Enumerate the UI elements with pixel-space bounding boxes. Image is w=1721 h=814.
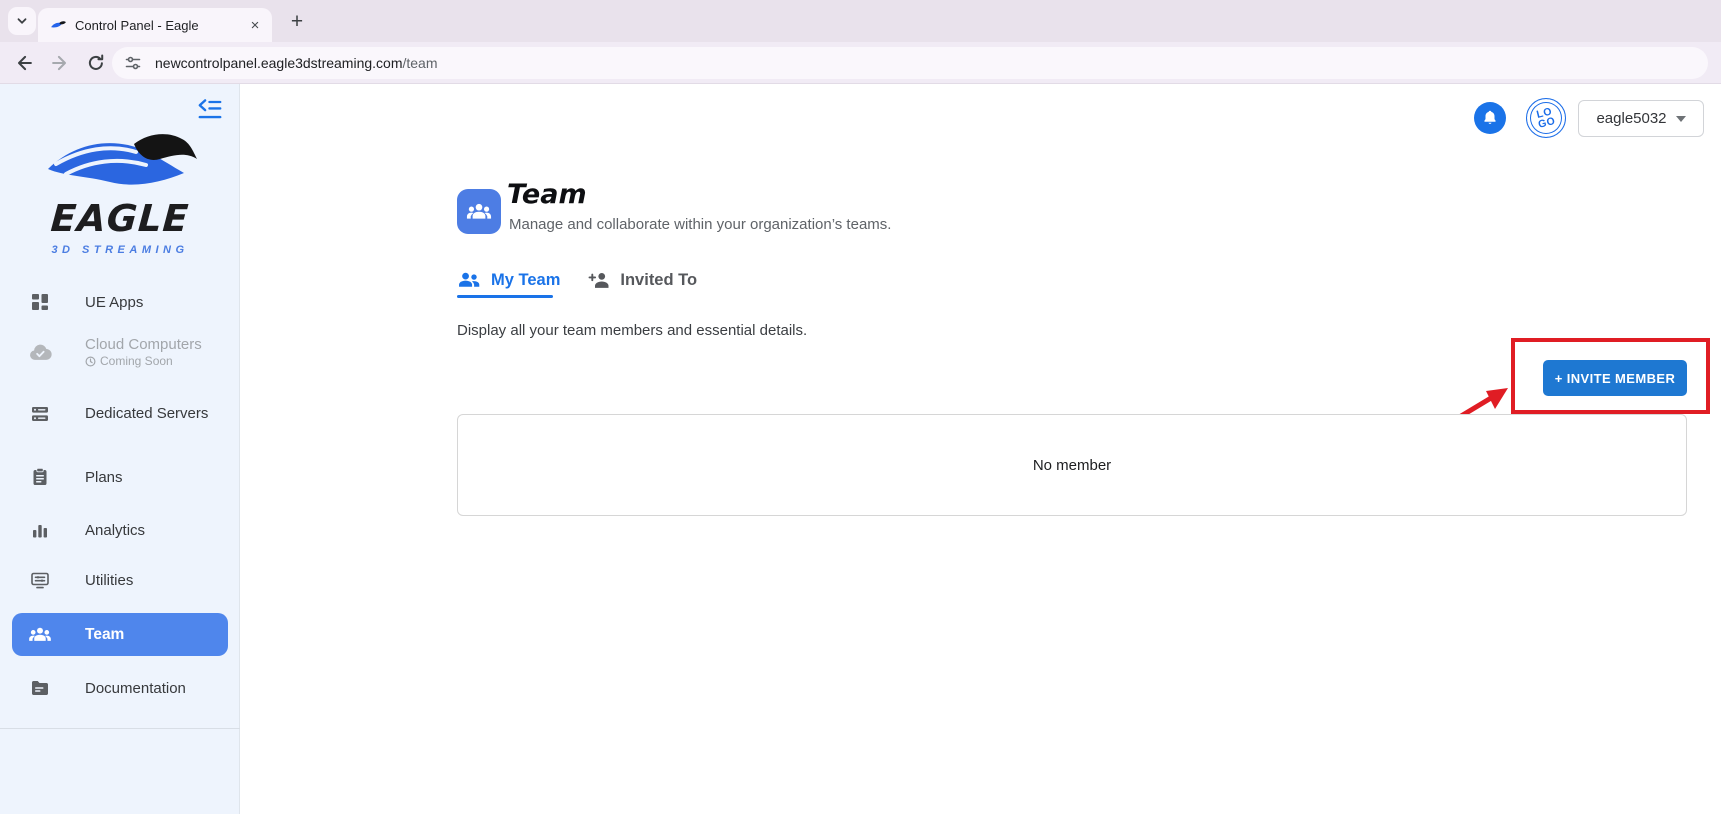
sidebar-item-utilities[interactable]: Utilities — [0, 558, 240, 602]
empty-state-text: No member — [1033, 457, 1111, 474]
account-name: eagle5032 — [1596, 110, 1666, 127]
apps-grid-icon — [28, 290, 52, 314]
notifications-button[interactable] — [1474, 102, 1506, 134]
sidebar-item-label: Cloud Computers — [85, 336, 202, 353]
annotation-highlight-box — [1511, 338, 1710, 414]
account-menu-button[interactable]: eagle5032 — [1578, 100, 1704, 137]
tab-search-button[interactable] — [8, 7, 36, 35]
cloud-icon — [28, 340, 52, 364]
sidebar-item-label: Dedicated Servers — [85, 403, 210, 425]
coming-soon-label: Coming Soon — [100, 354, 173, 368]
clipboard-icon — [28, 465, 52, 489]
url-domain: newcontrolpanel.eagle3dstreaming.com — [155, 55, 402, 71]
url-address-bar[interactable]: newcontrolpanel.eagle3dstreaming.com/tea… — [112, 47, 1708, 79]
sidebar-item-label-group: Cloud Computers Coming Soon — [85, 336, 202, 368]
sidebar-item-label: Team — [85, 626, 124, 644]
server-icon — [28, 402, 52, 426]
browser-toolbar: newcontrolpanel.eagle3dstreaming.com/tea… — [0, 42, 1721, 84]
collapse-sidebar-icon[interactable] — [196, 96, 224, 122]
sidebar-item-plans[interactable]: Plans — [0, 455, 240, 499]
coming-soon-badge: Coming Soon — [85, 354, 202, 368]
active-tab-underline — [457, 295, 553, 298]
sidebar-item-label: Plans — [85, 469, 123, 486]
clock-icon — [85, 356, 96, 367]
org-logo-badge[interactable]: LO GO — [1526, 98, 1566, 138]
tab-invited-to[interactable]: Invited To — [588, 264, 697, 296]
browser-tab[interactable]: Control Panel - Eagle × — [38, 8, 272, 42]
bar-chart-icon — [28, 518, 52, 542]
team-list-description: Display all your team members and essent… — [457, 322, 807, 339]
url-path: /team — [402, 55, 437, 71]
sidebar-item-analytics[interactable]: Analytics — [0, 508, 240, 552]
team-members-empty-panel: No member — [457, 414, 1687, 516]
page-title: Team — [507, 179, 587, 210]
sidebar-divider — [0, 728, 240, 729]
eagle-logo-text: EAGLE — [0, 200, 241, 237]
sidebar-item-label: UE Apps — [85, 294, 143, 311]
person-add-icon — [588, 271, 611, 289]
main-content: LO GO eagle5032 Team Manage and collabor… — [240, 84, 1721, 814]
tab-label: Invited To — [620, 271, 697, 290]
sidebar: EAGLE 3D STREAMING UE Apps Cloud Compute… — [0, 84, 240, 814]
sidebar-item-label: Utilities — [85, 572, 133, 589]
site-settings-icon[interactable] — [124, 54, 142, 72]
eagle-favicon-icon — [50, 17, 67, 34]
eagle-logo-subtext: 3D STREAMING — [0, 244, 240, 256]
team-tabs: My Team Invited To — [457, 264, 697, 296]
tab-title: Control Panel - Eagle — [75, 18, 246, 33]
eagle-logo-waves-icon — [40, 128, 200, 198]
browser-window: Control Panel - Eagle × + newcontrolpane… — [0, 0, 1721, 814]
back-icon[interactable] — [14, 53, 34, 73]
reload-icon[interactable] — [86, 53, 106, 73]
browser-tab-strip: Control Panel - Eagle × + — [0, 0, 1721, 42]
logo-badge-text: LO GO — [1535, 107, 1556, 130]
eagle-logo: EAGLE 3D STREAMING — [0, 128, 240, 256]
new-tab-button[interactable]: + — [284, 9, 310, 35]
sidebar-item-ue-apps[interactable]: UE Apps — [0, 280, 240, 324]
monitor-sliders-icon — [28, 568, 52, 592]
folder-icon — [28, 676, 52, 700]
url-text: newcontrolpanel.eagle3dstreaming.com/tea… — [155, 55, 438, 71]
tab-label: My Team — [491, 271, 560, 290]
people-icon — [457, 271, 482, 289]
sidebar-item-documentation[interactable]: Documentation — [0, 666, 240, 710]
tab-my-team[interactable]: My Team — [457, 264, 560, 296]
team-page-icon — [457, 189, 501, 234]
page-subtitle: Manage and collaborate within your organ… — [509, 216, 891, 233]
forward-icon[interactable] — [50, 53, 70, 73]
chevron-down-icon — [1676, 116, 1686, 122]
sidebar-item-label: Analytics — [85, 522, 145, 539]
team-icon — [28, 626, 52, 643]
sidebar-item-label: Documentation — [85, 680, 186, 697]
sidebar-item-team[interactable]: Team — [12, 613, 228, 656]
sidebar-item-dedicated-servers[interactable]: Dedicated Servers — [0, 386, 240, 442]
sidebar-item-cloud-computers: Cloud Computers Coming Soon — [0, 330, 240, 374]
chevron-down-icon — [15, 14, 29, 28]
bell-icon — [1481, 109, 1499, 127]
close-tab-icon[interactable]: × — [246, 16, 264, 34]
